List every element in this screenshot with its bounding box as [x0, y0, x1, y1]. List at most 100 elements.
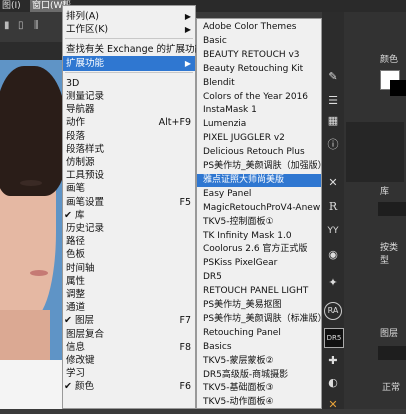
extension-label: Adobe Color Themes — [203, 22, 297, 32]
checkmark-icon: ✔ — [64, 381, 72, 393]
extension-label: Colors of the Year 2016 — [203, 91, 309, 102]
window-menu-item[interactable]: 工作区(K) ▶ — [63, 22, 195, 37]
extension-menu-item[interactable]: RETOUCH PANEL LIGHT — [197, 285, 321, 299]
extension-label: DR5高级版-商城摄影 — [203, 369, 289, 380]
extension-menu-item[interactable]: PS美作坊_美颜调肤（加强版） — [197, 160, 327, 174]
menu-bar: 图(I) 窗口(W) 帮 — [0, 0, 406, 12]
document-canvas[interactable] — [0, 60, 62, 409]
menu-item-shortcut: F6 — [179, 381, 191, 393]
extension-menu-item[interactable]: TK Infinity Mask 1.0 — [197, 230, 321, 244]
extension-label: DR5 — [203, 272, 222, 283]
extension-menu-item[interactable]: DR5高级版-商城摄影 — [197, 369, 321, 383]
color-panel-tab[interactable]: 颜色 — [380, 52, 398, 65]
extension-label: BEAUTY RETOUCH v3 — [203, 49, 300, 60]
window-menu-item[interactable]: ✔ 颜色 F6 — [63, 379, 195, 394]
extension-menu-item[interactable]: Easy Panel — [197, 188, 321, 202]
extension-label: Basics — [203, 341, 232, 352]
portrait-shirt — [0, 360, 62, 409]
search-type-label: 按类型 — [380, 243, 399, 266]
retouch-r-icon[interactable]: R — [324, 198, 342, 216]
extension-menu-item[interactable]: Beauty Retouching Kit — [197, 63, 321, 77]
extension-label: PS美作坊_美颜调肤（标准版） — [203, 313, 327, 324]
layer-filter[interactable] — [378, 346, 406, 360]
extension-label: Blendit — [203, 77, 235, 88]
blend-mode-select[interactable]: 正常 — [382, 380, 400, 393]
adjust-icon[interactable]: ☰ — [324, 92, 342, 110]
options-bar: ▮ ▯ ⫼ — [0, 12, 62, 42]
extension-menu-item[interactable]: Colors of the Year 2016 — [197, 91, 321, 105]
extension-menu-item[interactable]: PS美作坊_美颜调肤（标准版） — [197, 313, 327, 327]
window-menu-item[interactable]: 扩展功能 ▶ — [63, 55, 195, 71]
close-cross-icon[interactable]: ✕ — [324, 174, 342, 192]
brush-panel-icon[interactable]: ✎ — [324, 68, 342, 86]
submenu-arrow-icon: ▶ — [184, 25, 191, 35]
extension-label: 雅点证照大师尚美版 — [203, 174, 285, 185]
extensions-submenu: Adobe Color Themes Basic BEAUTY RETOUCH v3… — [196, 18, 327, 410]
align-center-icon[interactable]: ▯ — [18, 20, 24, 31]
extension-label: Delicious Retouch Plus — [203, 147, 305, 158]
library-select[interactable] — [378, 202, 406, 216]
extension-menu-item[interactable]: TKV5-蒙层蒙板② — [197, 355, 321, 369]
menu-item-label: 扩展功能 — [66, 57, 105, 69]
document-tab-bar — [0, 42, 62, 60]
window-menu: 排列(A) ▶ 工作区(K) ▶ 查找有关 Exchange 的扩展功能... 扩展功能 ▶… — [62, 5, 213, 409]
extension-menu-item[interactable]: Coolorus 2.6 官方正式版 — [197, 243, 321, 257]
extension-menu-item[interactable]: TKV5-控制面板① — [197, 216, 321, 230]
extension-menu-item[interactable]: PS美作坊_美易抠图 — [197, 299, 321, 313]
spark-icon[interactable]: ✦ — [324, 274, 342, 292]
menu-item-label: 颜色 — [75, 381, 95, 393]
portrait-lips — [30, 270, 48, 276]
extension-label: PIXEL JUGGLER v2 — [203, 133, 285, 144]
background-color-swatch[interactable] — [390, 80, 406, 96]
extension-menu-item[interactable]: Retouching Panel — [197, 327, 321, 341]
extension-menu-item[interactable]: PIXEL JUGGLER v2 — [197, 132, 321, 146]
extension-label: Beauty Retouching Kit — [203, 63, 304, 74]
extension-menu-item[interactable]: Adobe Color Themes — [197, 21, 321, 35]
dr5-icon[interactable]: DR5 — [324, 328, 344, 348]
align-icon[interactable]: ▮ — [4, 20, 10, 31]
extension-menu-item[interactable]: Basics — [197, 341, 321, 355]
extension-label: MagicRetouchProV4-Anew — [203, 202, 321, 213]
extension-menu-item[interactable]: DR5 — [197, 271, 321, 285]
extension-label: TK Infinity Mask 1.0 — [203, 230, 292, 241]
extension-menu-item[interactable]: InstaMask 1 — [197, 104, 321, 118]
extension-menu-item[interactable]: TKV5-动作面板④ — [197, 396, 321, 410]
portrait-hair — [0, 66, 62, 196]
menu-separator — [65, 71, 193, 73]
color-field[interactable] — [346, 122, 404, 182]
layers-panel-tab[interactable]: 图层 — [380, 326, 398, 339]
extension-label: Retouching Panel — [203, 327, 281, 338]
menu-image[interactable]: 图(I) — [2, 0, 21, 12]
extension-menu-item[interactable]: Basic — [197, 35, 321, 49]
extension-label: Easy Panel — [203, 188, 252, 199]
extension-menu-item[interactable]: TKV5-基础面板③ — [197, 382, 321, 396]
extension-menu-item[interactable]: Lumenzia — [197, 118, 321, 132]
extension-menu-item[interactable]: Blendit — [197, 77, 321, 91]
library-panel-tab[interactable]: 库 — [380, 184, 389, 197]
info-icon[interactable]: ⓘ — [324, 136, 342, 154]
portrait-eye — [20, 180, 42, 186]
extension-menu-item[interactable]: BEAUTY RETOUCH v3 — [197, 49, 321, 63]
extension-label: PSKiss PixelGear — [203, 258, 278, 269]
extension-menu-item[interactable]: 雅点证照大师尚美版 — [197, 173, 321, 188]
extension-label: Lumenzia — [203, 119, 247, 130]
cross-2-icon[interactable]: ✚ — [324, 352, 342, 370]
palette-icon[interactable]: ◉ — [324, 246, 342, 264]
submenu-arrow-icon: ▶ — [184, 58, 191, 68]
portrait-panel-icon[interactable]: ◐ — [324, 374, 342, 392]
ra-icon[interactable]: RA — [324, 302, 342, 320]
yy-icon[interactable]: YY — [324, 222, 342, 240]
extension-menu-item[interactable]: MagicRetouchProV4-Anew — [197, 202, 321, 216]
distribute-icon[interactable]: ⫼ — [34, 20, 39, 31]
extension-label: RETOUCH PANEL LIGHT — [203, 286, 309, 297]
extension-label: TKV5-动作面板④ — [203, 397, 274, 408]
extension-label: PS美作坊_美易抠图 — [203, 300, 282, 310]
extension-label: TKV5-蒙层蒙板② — [203, 355, 274, 366]
tool-icon[interactable]: ✕ — [324, 396, 342, 414]
swatch-icon[interactable]: ▦ — [324, 112, 342, 130]
extension-label: InstaMask 1 — [203, 105, 257, 116]
extension-label: TKV5-基础面板③ — [203, 383, 274, 394]
extension-menu-item[interactable]: PSKiss PixelGear — [197, 257, 321, 271]
extension-menu-item[interactable]: Delicious Retouch Plus — [197, 146, 321, 160]
panel-icon-strip: ✎ ☰ ▦ ⓘ ✕ R YY ◉ ✦ RA DR5 ✚ ◐ ✕ — [322, 12, 344, 411]
